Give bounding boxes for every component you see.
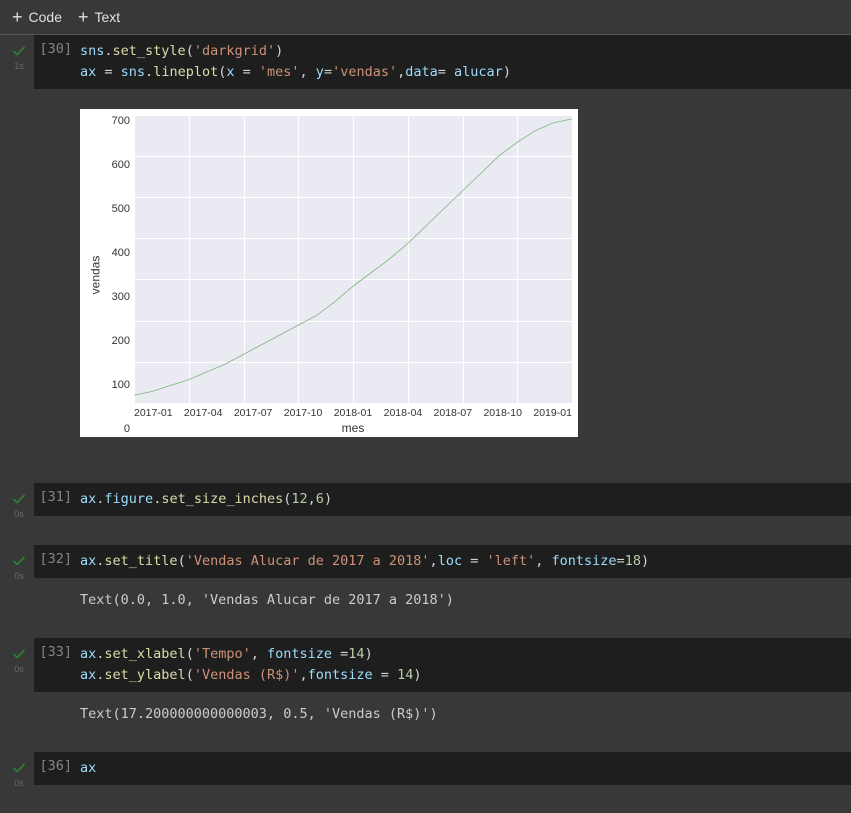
chart-output: vendas 7006005004003002001000 2017-01201… [80, 109, 578, 437]
plus-icon: + [78, 8, 89, 26]
plus-icon: + [12, 8, 23, 26]
check-icon [11, 491, 27, 507]
code-text[interactable]: ax.set_title('Vendas Alucar de 2017 a 20… [80, 551, 851, 572]
output-text: Text(0.0, 1.0, 'Vendas Alucar de 2017 a … [80, 592, 851, 608]
cell: 0s [36] ax [4, 752, 851, 788]
chart-yticks: 7006005004003002001000 [104, 115, 134, 435]
exec-count: [31] [34, 489, 80, 510]
exec-count: [36] [34, 758, 80, 779]
code-input[interactable]: [33] ax.set_xlabel('Tempo', fontsize =14… [34, 638, 851, 692]
code-text[interactable]: ax.set_xlabel('Tempo', fontsize =14) ax.… [80, 644, 851, 686]
cell: 0s [31] ax.figure.set_size_inches(12,6) [4, 483, 851, 519]
chart-xticks: 2017-012017-042017-072017-102018-012018-… [134, 403, 572, 419]
cell-gutter: 0s [4, 545, 34, 581]
add-text-button[interactable]: + Text [78, 8, 120, 26]
exec-count: [33] [34, 644, 80, 686]
check-icon [11, 553, 27, 569]
cell-gutter: 1s [4, 35, 34, 71]
cell: 0s [33] ax.set_xlabel('Tempo', fontsize … [4, 638, 851, 726]
cell-gutter: 0s [4, 638, 34, 674]
exec-count: [32] [34, 551, 80, 572]
code-text[interactable]: ax.figure.set_size_inches(12,6) [80, 489, 851, 510]
add-text-label: Text [95, 9, 121, 25]
chart-xlabel: mes [134, 419, 572, 435]
exec-time: 0s [14, 664, 24, 674]
output-text: Text(17.200000000000003, 0.5, 'Vendas (R… [80, 706, 851, 722]
chart-ylabel: vendas [88, 255, 102, 294]
check-icon [11, 43, 27, 59]
cell-gutter: 0s [4, 752, 34, 788]
chart-plot-area [134, 115, 572, 403]
cell: 1s [30] sns.set_style('darkgrid') ax = s… [4, 35, 851, 457]
cell-output: Text(0.0, 1.0, 'Vendas Alucar de 2017 a … [34, 578, 851, 612]
notebook-body: 1s [30] sns.set_style('darkgrid') ax = s… [0, 34, 851, 788]
cell-gutter: 0s [4, 483, 34, 519]
code-input[interactable]: [31] ax.figure.set_size_inches(12,6) [34, 483, 851, 516]
cell: 0s [32] ax.set_title('Vendas Alucar de 2… [4, 545, 851, 612]
check-icon [11, 646, 27, 662]
exec-time: 0s [14, 509, 24, 519]
exec-time: 0s [14, 571, 24, 581]
add-code-label: Code [29, 9, 62, 25]
code-text[interactable]: sns.set_style('darkgrid') ax = sns.linep… [80, 41, 851, 83]
code-input[interactable]: [36] ax [34, 752, 851, 785]
exec-count: [30] [34, 41, 80, 83]
exec-time: 0s [14, 778, 24, 788]
code-text[interactable]: ax [80, 758, 851, 779]
check-icon [11, 760, 27, 776]
add-code-button[interactable]: + Code [12, 8, 62, 26]
exec-time: 1s [14, 61, 24, 71]
toolbar: + Code + Text [0, 0, 851, 34]
code-input[interactable]: [30] sns.set_style('darkgrid') ax = sns.… [34, 35, 851, 89]
code-input[interactable]: [32] ax.set_title('Vendas Alucar de 2017… [34, 545, 851, 578]
cell-output: Text(17.200000000000003, 0.5, 'Vendas (R… [34, 692, 851, 726]
